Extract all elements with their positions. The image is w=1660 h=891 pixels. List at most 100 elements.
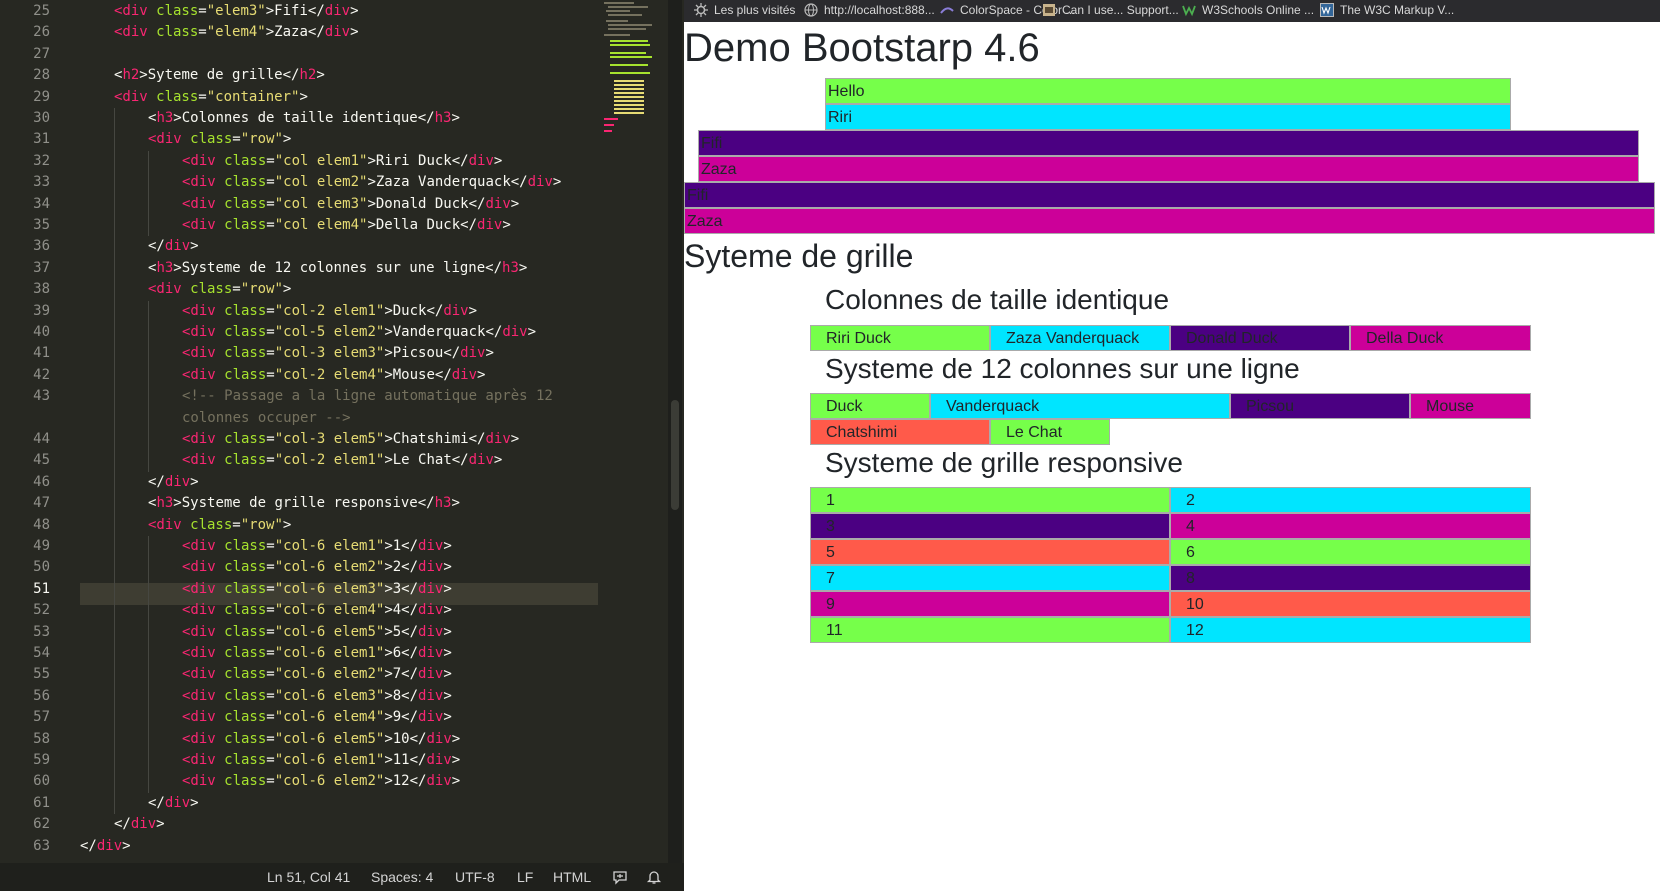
grid-cell: Donald Duck <box>1170 325 1350 351</box>
code-line[interactable]: <div class="container"> <box>114 87 308 108</box>
code-line[interactable]: <div class="col-6 elem4">9</div> <box>182 707 452 728</box>
code-line[interactable]: </div> <box>148 472 199 493</box>
status-bar: Ln 51, Col 41 Spaces: 4 UTF-8 LF HTML <box>0 863 684 891</box>
page-title: Demo Bootstarp 4.6 <box>684 26 1040 70</box>
grid-cell: Zaza Vanderquack <box>990 325 1170 351</box>
line-number-gutter: 25 26 27 28 29 30 31 32 33 34 35 36 37 38 39 40 41 42 43 44… <box>0 0 64 863</box>
code-line[interactable]: </div> <box>114 814 165 835</box>
code-line[interactable]: <h3>Colonnes de taille identique</h3> <box>148 108 460 129</box>
code-line[interactable]: <h3>Systeme de grille responsive</h3> <box>148 493 460 514</box>
minimap[interactable] <box>602 0 666 150</box>
code-line[interactable]: colonnes occuper --> <box>182 408 351 429</box>
indent-guide <box>148 450 149 472</box>
code-line[interactable]: <div class="col-6 elem2">7</div> <box>182 664 452 685</box>
language-mode[interactable]: HTML <box>553 869 591 885</box>
indent-guide <box>114 193 115 215</box>
line-number: 51 <box>33 580 50 597</box>
indent-guide <box>114 685 115 708</box>
code-line[interactable]: <div class="col-2 elem1">Duck</div> <box>182 301 477 322</box>
line-number: 57 <box>33 709 50 726</box>
line-number: 40 <box>33 324 50 340</box>
cursor-position[interactable]: Ln 51, Col 41 <box>267 869 350 885</box>
indent-guide <box>114 322 115 344</box>
code-line[interactable]: <div class="row"> <box>148 279 291 300</box>
code-line[interactable]: <div class="col-6 elem3">3</div> <box>182 579 452 600</box>
indentation-setting[interactable]: Spaces: 4 <box>371 869 433 885</box>
code-line[interactable]: <div class="col-6 elem3">8</div> <box>182 686 452 707</box>
code-line[interactable]: <div class="col-6 elem2">2</div> <box>182 557 452 578</box>
indent-guide <box>114 364 115 387</box>
grid-cell: Picsou <box>1230 393 1410 419</box>
code-line[interactable]: <div class="col-6 elem5">10</div> <box>182 729 460 750</box>
section-title-equal-columns: Colonnes de taille identique <box>825 284 1170 315</box>
line-number: 32 <box>33 152 50 169</box>
line-number: 48 <box>33 516 50 533</box>
indent-guide <box>148 664 149 686</box>
indent-guide <box>148 386 149 408</box>
top-item-zaza-2: Zaza <box>684 208 1655 234</box>
editor-scrollbar-thumb[interactable] <box>671 400 679 510</box>
code-line[interactable]: <div class="col elem2">Zaza Vanderquack<… <box>182 172 561 193</box>
grid-cell: Vanderquack <box>930 393 1230 419</box>
top-item-fifi: Fifi <box>698 130 1639 156</box>
code-line[interactable]: <h2>Syteme de grille</h2> <box>114 65 325 86</box>
grid-cell: 1 <box>810 487 1170 513</box>
code-line[interactable]: </div> <box>148 236 199 257</box>
line-number: 56 <box>33 687 50 704</box>
bell-icon[interactable] <box>646 869 662 885</box>
line-number: 50 <box>33 559 50 576</box>
line-number: 44 <box>33 431 50 447</box>
bookmark-les-plus-visites[interactable]: Les plus visités <box>694 3 795 17</box>
w3c-icon <box>1320 3 1334 17</box>
code-line[interactable]: </div> <box>148 793 199 814</box>
code-line[interactable]: <div class="col elem1">Riri Duck</div> <box>182 151 502 172</box>
line-ending-setting[interactable]: LF <box>517 869 533 885</box>
code-line[interactable]: <div class="col-2 elem1">Le Chat</div> <box>182 450 502 471</box>
bookmark-caniuse[interactable]: Can I use... Support... <box>1042 3 1179 17</box>
code-editor[interactable]: 25 26 27 28 29 30 31 32 33 34 35 36 37 38 39 40 41 42 43 44… <box>0 0 684 863</box>
code-line[interactable]: <div class="col-5 elem2">Vanderquack</di… <box>182 322 536 343</box>
bookmarks-toolbar: Les plus visités http://localhost:888...… <box>684 0 1660 22</box>
indent-guide <box>148 685 149 708</box>
code-line[interactable]: <div class="col elem4">Della Duck</div> <box>182 215 511 236</box>
bookmark-label: Can I use... Support... <box>1062 3 1179 17</box>
line-number: 61 <box>33 794 50 811</box>
indent-guide <box>148 750 149 772</box>
indent-guide <box>114 172 115 194</box>
code-line[interactable]: <div class="col-2 elem4">Mouse</div> <box>182 365 485 386</box>
indent-guide <box>114 386 115 408</box>
grid-cell: Le Chat <box>990 419 1110 445</box>
code-line[interactable]: <h3>Systeme de 12 colonnes sur une ligne… <box>148 258 527 279</box>
indent-guide <box>114 514 115 536</box>
line-number: 47 <box>33 495 50 512</box>
code-line[interactable]: </div> <box>80 836 131 857</box>
code-line[interactable]: <div class="col-6 elem4">4</div> <box>182 600 452 621</box>
grid-cell: 2 <box>1170 487 1531 513</box>
feedback-icon[interactable] <box>612 869 628 885</box>
encoding-setting[interactable]: UTF-8 <box>455 869 495 885</box>
code-line[interactable]: <div class="col-3 elem3">Picsou</div> <box>182 343 494 364</box>
code-line[interactable]: <div class="elem4">Zaza</div> <box>114 22 359 43</box>
code-line[interactable]: <div class="col-6 elem5">5</div> <box>182 622 452 643</box>
code-line[interactable]: <div class="row"> <box>148 515 291 536</box>
code-line[interactable]: <div class="elem3">Fifi</div> <box>114 1 359 22</box>
code-line[interactable]: <div class="col-6 elem1">1</div> <box>182 536 452 557</box>
bookmark-w3schools[interactable]: W3Schools Online ... <box>1182 3 1314 17</box>
indent-guide <box>148 728 149 750</box>
code-line[interactable]: <div class="col-6 elem1">6</div> <box>182 643 452 664</box>
code-line[interactable]: <div class="col-3 elem5">Chatshimi</div> <box>182 429 519 450</box>
code-line[interactable]: <div class="col elem3">Donald Duck</div> <box>182 194 519 215</box>
code-line[interactable]: <!-- Passage a la ligne automatique aprè… <box>182 386 553 407</box>
indent-guide <box>148 215 149 237</box>
bookmark-localhost[interactable]: http://localhost:888... <box>804 3 935 17</box>
line-number: 54 <box>33 645 50 661</box>
w3schools-icon <box>1182 5 1196 17</box>
browser-window: Les plus visités http://localhost:888...… <box>684 0 1660 891</box>
code-line[interactable]: <div class="row"> <box>148 129 291 150</box>
bookmark-w3c-validator[interactable]: The W3C Markup V... <box>1320 3 1454 17</box>
code-line[interactable]: <div class="col-6 elem2">12</div> <box>182 771 460 792</box>
indent-guide <box>114 493 115 515</box>
line-number: 29 <box>33 88 50 105</box>
code-line[interactable]: <div class="col-6 elem1">11</div> <box>182 750 460 771</box>
line-number: 28 <box>33 67 50 84</box>
